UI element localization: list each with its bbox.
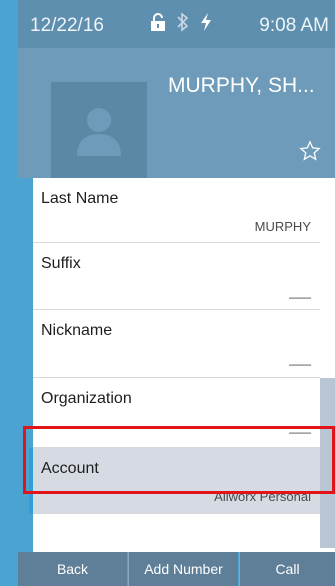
call-button[interactable]: Call: [239, 552, 335, 586]
field-value: ___: [289, 351, 311, 366]
person-silhouette-icon: [51, 82, 147, 178]
softkey-bar: Back Add Number Call: [18, 552, 335, 586]
power-bolt-icon: [198, 10, 214, 34]
back-button[interactable]: Back: [18, 552, 127, 586]
status-date: 12/22/16: [30, 15, 104, 36]
bluetooth-icon: [175, 10, 191, 34]
add-number-button[interactable]: Add Number: [128, 552, 238, 586]
scrollbar[interactable]: [320, 378, 335, 548]
field-account[interactable]: Account Allworx Personal: [29, 448, 320, 514]
field-suffix[interactable]: Suffix ___: [33, 243, 320, 310]
field-value: MURPHY: [254, 219, 311, 234]
status-bar: 12/22/16 9:08 AM: [18, 0, 335, 48]
status-time: 9:08 AM: [259, 15, 329, 36]
field-last-name[interactable]: Last Name MURPHY: [33, 178, 320, 243]
lock-icon: [147, 10, 169, 34]
contact-details-list: Last Name MURPHY Suffix ___ Nickname ___…: [29, 178, 335, 552]
field-organization[interactable]: Organization ___: [33, 378, 320, 448]
field-label: Suffix: [41, 255, 81, 272]
field-label: Last Name: [41, 190, 119, 207]
field-label: Account: [41, 460, 99, 477]
contact-name: MURPHY, SH...: [168, 74, 315, 97]
field-value: ___: [289, 284, 311, 299]
field-value: ___: [289, 419, 311, 434]
star-outline-icon[interactable]: [299, 140, 321, 162]
selection-accent: [29, 448, 33, 514]
field-value: Allworx Personal: [214, 489, 311, 504]
field-nickname[interactable]: Nickname ___: [33, 310, 320, 378]
field-label: Nickname: [41, 322, 113, 339]
contact-header: MURPHY, SH...: [18, 48, 335, 178]
field-label: Organization: [41, 390, 132, 407]
phone-screen: 12/22/16 9:08 AM MURPHY, SH... Last Name…: [0, 0, 335, 586]
